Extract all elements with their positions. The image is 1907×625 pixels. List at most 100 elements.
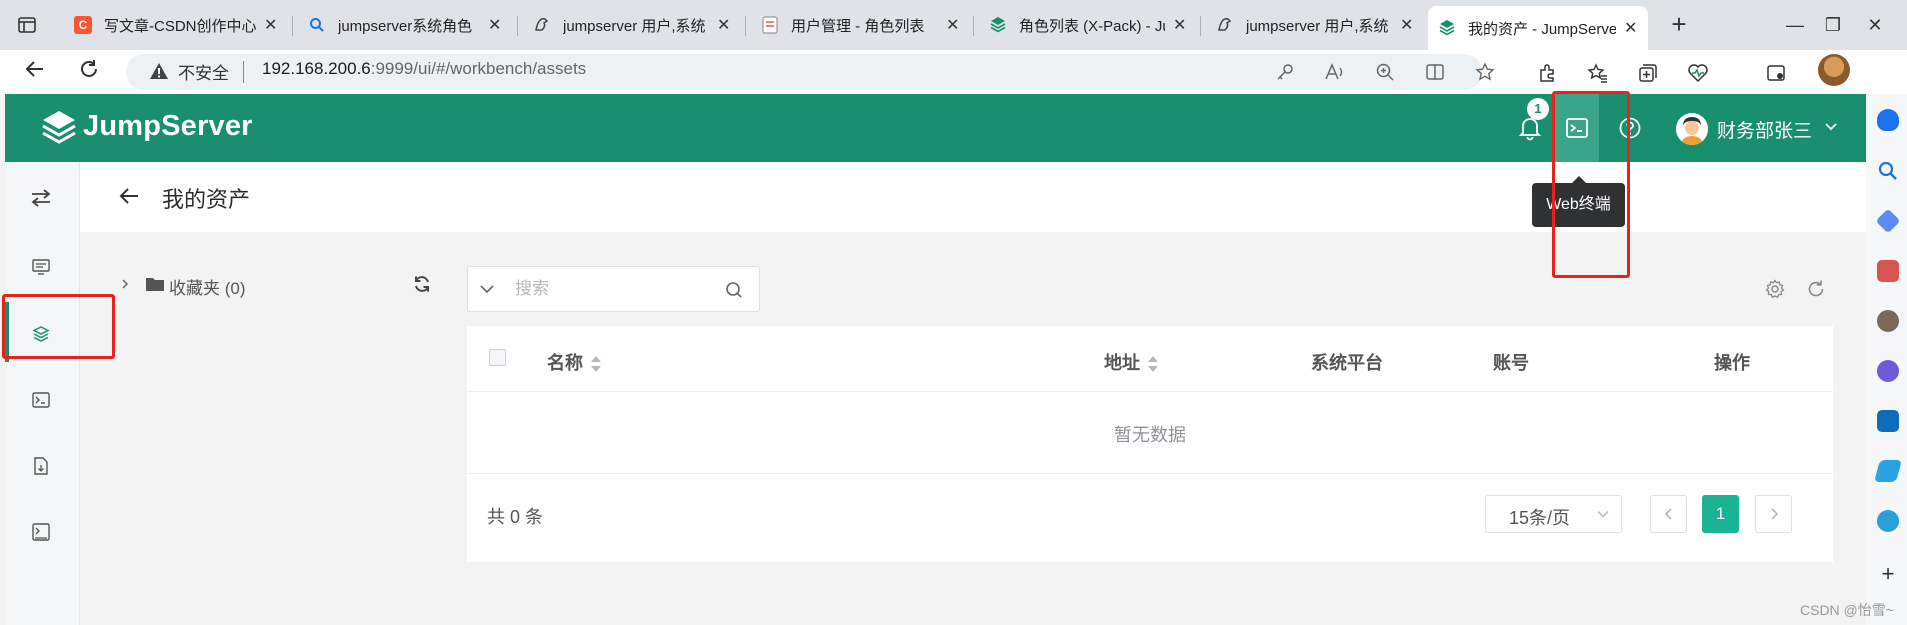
browser-health-icon[interactable] — [1684, 59, 1712, 87]
tab-separator — [973, 16, 974, 36]
browser-tab[interactable]: jumpserver 用户,系统 ✕ — [1206, 8, 1424, 42]
folder-icon — [145, 275, 165, 293]
column-label: 地址 — [1104, 353, 1140, 373]
tree-node-favorites[interactable]: 收藏夹 (0) — [169, 274, 246, 299]
insecure-label: 不安全 — [178, 64, 229, 83]
jumpserver-icon — [1438, 19, 1456, 37]
command-log-icon[interactable] — [29, 520, 53, 544]
user-name[interactable]: 财务部张三 — [1717, 116, 1812, 143]
browser-tab[interactable]: jumpserver系统角色 ✕ — [298, 8, 512, 42]
column-header-platform: 系统平台 — [1311, 353, 1383, 373]
zoom-icon[interactable] — [1372, 59, 1398, 85]
tools-icon[interactable] — [1877, 260, 1899, 282]
divider — [467, 473, 1833, 474]
warning-icon[interactable] — [148, 60, 170, 82]
minimize-icon[interactable]: — — [1780, 10, 1810, 40]
notification-bell-icon[interactable] — [1877, 109, 1899, 131]
empty-state-text: 暂无数据 — [1114, 425, 1186, 445]
browser-profile-avatar[interactable] — [1818, 54, 1850, 86]
key-icon[interactable] — [1272, 59, 1298, 85]
tab-label: 用户管理 - 角色列表 — [791, 17, 925, 35]
refresh-icon[interactable] — [74, 58, 104, 88]
url-text[interactable]: 192.168.200.6:9999/ui/#/workbench/assets — [262, 59, 586, 79]
sort-icon[interactable] — [591, 355, 601, 373]
bird-icon — [533, 16, 551, 34]
bird-icon — [1216, 16, 1234, 34]
column-header-actions: 操作 — [1714, 353, 1750, 373]
annotation-box — [2, 294, 115, 359]
browser-tab[interactable]: jumpserver 用户,系统 ✕ — [523, 8, 741, 42]
close-icon[interactable]: ✕ — [264, 15, 278, 35]
back-arrow-icon[interactable] — [115, 182, 143, 210]
tab-label: jumpserver 用户,系统 — [1246, 17, 1389, 35]
split-screen-icon[interactable] — [1422, 59, 1448, 85]
tab-separator — [1200, 16, 1201, 36]
tab-label: jumpserver 用户,系统 — [563, 17, 706, 35]
url-host: 192.168.200.6 — [262, 59, 371, 78]
chevron-down-icon[interactable] — [476, 280, 498, 298]
close-icon[interactable]: ✕ — [488, 15, 502, 35]
terminal-icon[interactable] — [29, 388, 53, 412]
file-transfer-icon[interactable] — [29, 454, 53, 478]
favorite-star-icon[interactable] — [1472, 59, 1498, 85]
back-icon[interactable] — [20, 58, 50, 88]
avatar[interactable] — [1676, 113, 1708, 145]
reload-icon[interactable] — [1804, 277, 1828, 301]
tab-label: 写文章-CSDN创作中心 — [104, 17, 256, 35]
column-header-name[interactable]: 名称 — [547, 349, 601, 375]
jumpserver-icon — [989, 16, 1007, 34]
close-window-icon[interactable]: ✕ — [1860, 10, 1890, 40]
close-icon[interactable]: ✕ — [1400, 15, 1414, 35]
next-page-button[interactable] — [1755, 495, 1792, 533]
app-logo-text[interactable]: JumpServer — [83, 110, 253, 143]
page-size-value: 15条/页 — [1509, 508, 1571, 528]
select-all-checkbox[interactable] — [489, 349, 506, 366]
switch-view-icon[interactable] — [29, 186, 53, 210]
tab-actions-icon[interactable] — [14, 12, 40, 38]
browser-tab[interactable]: 角色列表 (X-Pack) - Ju ✕ — [979, 8, 1197, 42]
settings-gear-icon[interactable] — [1763, 277, 1787, 301]
games-icon[interactable] — [1877, 310, 1899, 332]
search-icon[interactable] — [723, 279, 745, 301]
chevron-down-icon[interactable] — [1823, 118, 1839, 139]
close-icon[interactable]: ✕ — [946, 15, 960, 35]
sort-icon[interactable] — [1148, 355, 1158, 373]
total-count: 共 0 条 — [487, 507, 544, 527]
extensions-icon[interactable] — [1534, 59, 1562, 87]
new-tab-button[interactable]: + — [1664, 10, 1694, 40]
restore-icon[interactable]: ❐ — [1818, 10, 1848, 40]
browser-tab[interactable]: 用户管理 - 角色列表 ✕ — [751, 8, 970, 42]
annotation-box — [1552, 91, 1630, 278]
search-icon — [308, 16, 326, 34]
outlook-icon[interactable] — [1877, 410, 1899, 432]
close-icon[interactable]: ✕ — [1624, 18, 1638, 38]
read-aloud-icon[interactable] — [1322, 59, 1348, 85]
tab-label: 我的资产 - JumpServe — [1468, 20, 1616, 38]
tab-separator — [292, 16, 293, 36]
prev-page-button[interactable] — [1650, 495, 1687, 533]
docker-icon[interactable] — [1877, 510, 1899, 532]
close-icon[interactable]: ✕ — [717, 15, 731, 35]
page-title: 我的资产 — [162, 187, 251, 212]
chevron-right-icon[interactable] — [118, 277, 132, 291]
chevron-down-icon[interactable] — [1596, 507, 1610, 521]
collections-icon[interactable] — [1634, 59, 1662, 87]
screenshot-icon[interactable] — [1762, 59, 1790, 87]
add-icon[interactable]: + — [1877, 563, 1899, 585]
dashboard-icon[interactable] — [29, 255, 53, 279]
close-icon[interactable]: ✕ — [1173, 15, 1187, 35]
favorites-icon[interactable] — [1584, 59, 1612, 87]
tab-label: 角色列表 (X-Pack) - Ju — [1019, 17, 1165, 35]
tab-separator — [745, 16, 746, 36]
browser-tab-active[interactable]: 我的资产 - JumpServe ✕ — [1428, 6, 1648, 50]
search-input[interactable] — [515, 276, 715, 302]
search-icon[interactable] — [1877, 160, 1899, 182]
refresh-icon[interactable] — [410, 272, 434, 296]
copilot-icon[interactable] — [1877, 360, 1899, 382]
jumpserver-logo-icon[interactable] — [39, 108, 79, 148]
page-number-current[interactable]: 1 — [1702, 495, 1739, 533]
tab-label: jumpserver系统角色 — [338, 17, 473, 35]
column-header-address[interactable]: 地址 — [1104, 349, 1158, 375]
url-path: :9999/ui/#/workbench/assets — [370, 59, 587, 78]
browser-tab[interactable]: C 写文章-CSDN创作中心 ✕ — [64, 8, 288, 42]
